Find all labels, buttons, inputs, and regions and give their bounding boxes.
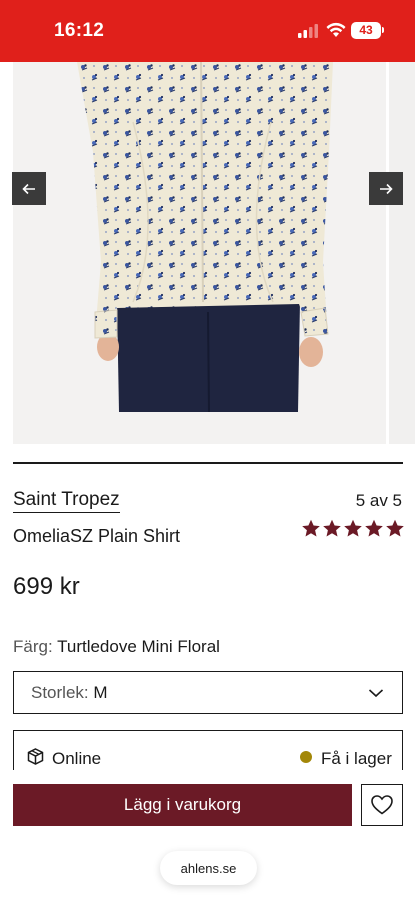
gallery-divider: [13, 462, 403, 464]
package-icon: [27, 748, 44, 765]
image-counter: 5 av 5: [355, 491, 402, 510]
arrow-left-icon: [22, 183, 35, 194]
product-gallery[interactable]: [0, 62, 415, 446]
gallery-prev-button[interactable]: [12, 172, 46, 205]
status-time: 16:12: [54, 20, 105, 41]
star-icon: [323, 519, 341, 537]
stock-availability: Online Få i lager: [13, 730, 403, 770]
product-price: 699 kr: [13, 573, 80, 600]
size-label: Storlek:: [31, 683, 89, 702]
product-photo-illustration: [13, 62, 386, 444]
star-icon: [302, 519, 320, 537]
size-select[interactable]: Storlek: M: [13, 671, 403, 714]
stock-status-dot: [300, 751, 312, 763]
gallery-next-button[interactable]: [369, 172, 403, 205]
product-image[interactable]: [13, 62, 386, 444]
add-to-cart-button[interactable]: Lägg i varukorg: [13, 784, 352, 826]
next-image-peek: [389, 62, 415, 444]
brand-link[interactable]: Saint Tropez: [13, 489, 120, 513]
star-icon: [344, 519, 362, 537]
battery-tip: [382, 27, 384, 33]
signal-icon: [298, 24, 318, 38]
chevron-down-icon: [368, 689, 384, 698]
size-value: M: [93, 683, 108, 702]
star-icon: [365, 519, 383, 537]
browser-url-pill[interactable]: ahlens.se: [160, 851, 257, 885]
star-icon: [386, 519, 404, 537]
wishlist-button[interactable]: [361, 784, 403, 826]
wifi-icon: [326, 22, 346, 37]
rating-stars[interactable]: [301, 519, 405, 538]
stock-status: Få i lager: [321, 749, 392, 768]
product-name: OmeliaSZ Plain Shirt: [13, 526, 181, 546]
battery-icon: 43: [351, 22, 381, 39]
color-label: Färg:: [13, 637, 53, 656]
status-bar: 16:12 43: [0, 0, 415, 62]
color-info: Färg: Turtledove Mini Floral: [13, 637, 220, 657]
arrow-right-icon: [380, 183, 393, 194]
size-select-label: Storlek: M: [31, 683, 108, 703]
color-value: Turtledove Mini Floral: [57, 637, 220, 656]
stock-online-label: Online: [52, 749, 102, 768]
heart-icon: [371, 795, 393, 815]
